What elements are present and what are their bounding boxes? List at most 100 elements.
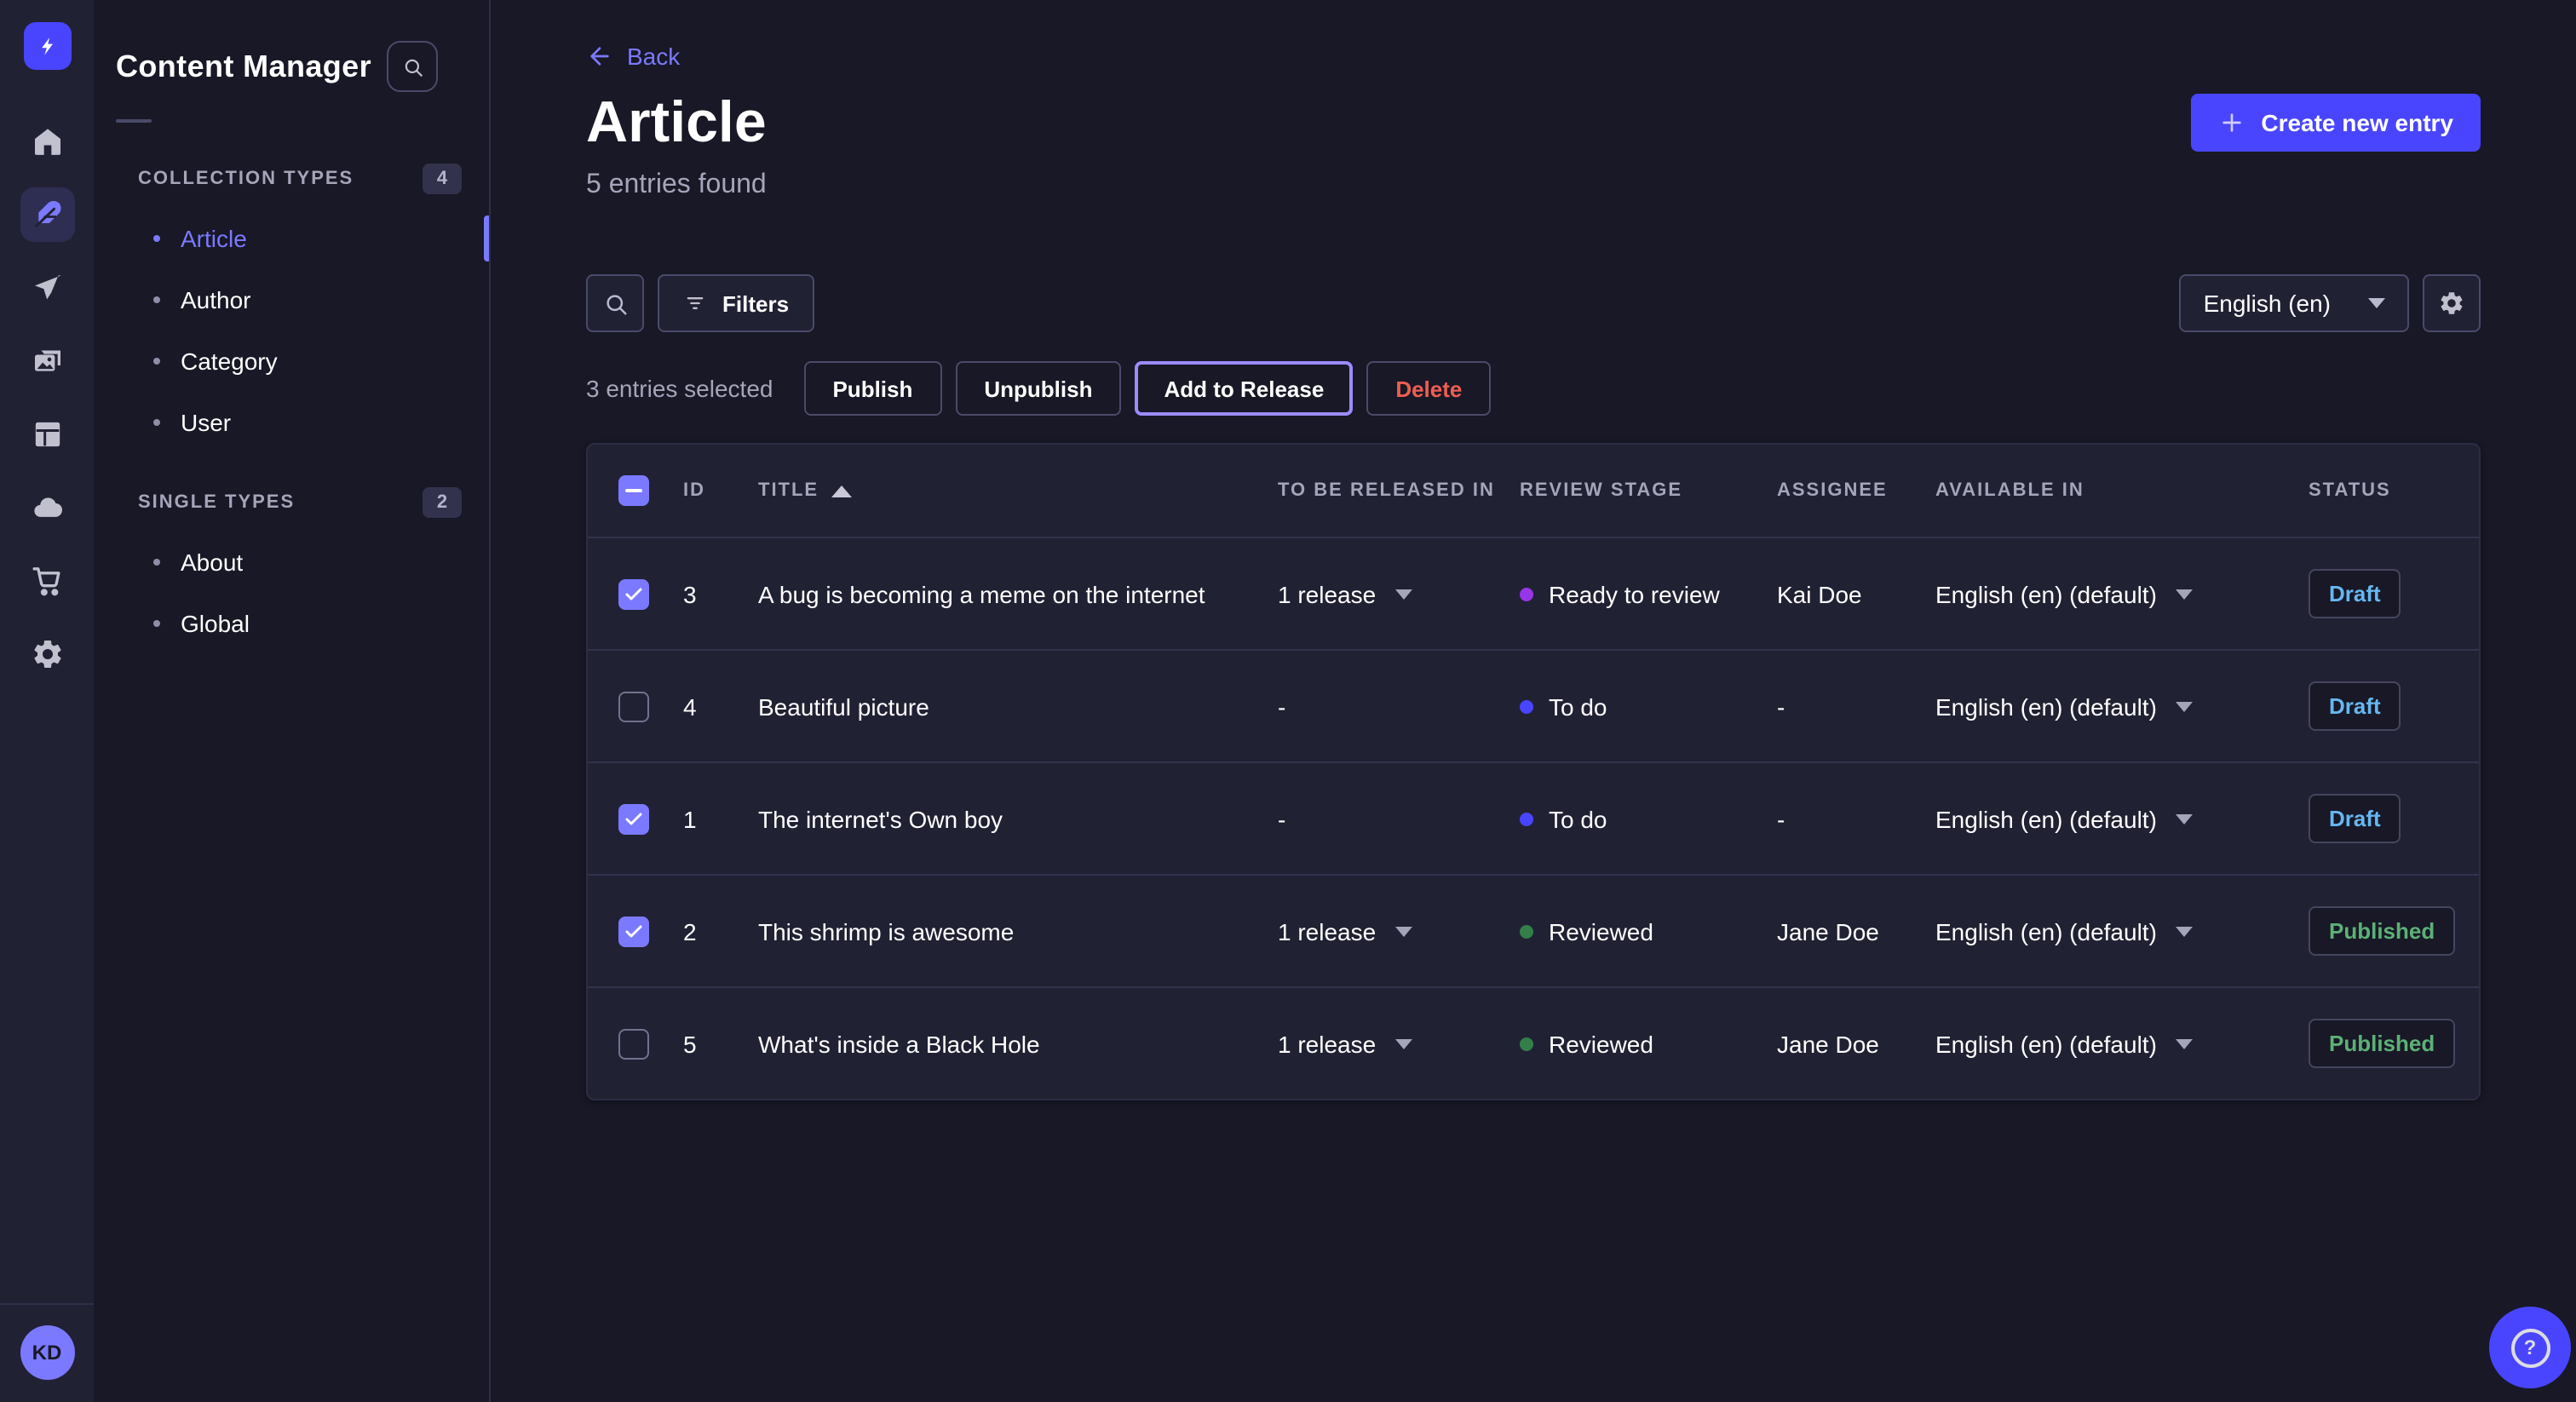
sidebar-item-author[interactable]: Author <box>94 269 489 330</box>
sidebar-item-about[interactable]: About <box>94 531 489 593</box>
action-button-publish[interactable]: Publish <box>803 361 941 416</box>
nav-rail: KD <box>0 0 95 1402</box>
section-label: COLLECTION TYPES <box>138 169 354 189</box>
sidebar-item-user[interactable]: User <box>94 392 489 453</box>
column-header-id[interactable]: ID <box>683 480 758 501</box>
strapi-logo[interactable] <box>23 22 71 70</box>
cell-title: A bug is becoming a meme on the internet <box>758 580 1278 607</box>
cell-status: Published <box>2309 1019 2479 1068</box>
subnav-sections: COLLECTION TYPES 4 Article Author Catego… <box>94 153 489 654</box>
bullet-icon <box>153 620 160 627</box>
check-icon <box>624 921 644 941</box>
home-icon[interactable] <box>20 114 74 169</box>
sidebar-item-category[interactable]: Category <box>94 330 489 392</box>
chevron-down-icon <box>1394 926 1412 936</box>
media-library-icon[interactable] <box>20 334 74 388</box>
content-type-builder-icon[interactable] <box>20 407 74 462</box>
cell-title: Beautiful picture <box>758 692 1278 720</box>
cell-status: Published <box>2309 906 2479 956</box>
cloud-icon[interactable] <box>20 480 74 535</box>
cell-available-in[interactable]: English (en) (default) <box>1935 805 2309 832</box>
sidebar-item-global[interactable]: Global <box>94 593 489 654</box>
create-new-entry-button[interactable]: Create new entry <box>2191 94 2481 152</box>
cell-to-be-released-in[interactable]: - <box>1278 692 1520 720</box>
cell-title: This shrimp is awesome <box>758 917 1278 945</box>
sidebar-item-article[interactable]: Article <box>94 208 489 269</box>
rail-footer: KD <box>0 1303 94 1402</box>
question-mark-icon: ? <box>2510 1328 2550 1367</box>
back-label: Back <box>627 43 680 70</box>
status-badge: Published <box>2309 1019 2455 1068</box>
table-row[interactable]: 5 What's inside a Black Hole 1 release R… <box>588 988 2479 1099</box>
cell-review-stage: Reviewed <box>1520 917 1777 945</box>
column-header-assignee[interactable]: ASSIGNEE <box>1777 480 1935 501</box>
marketplace-icon[interactable] <box>20 554 74 608</box>
cell-available-in[interactable]: English (en) (default) <box>1935 580 2309 607</box>
cell-to-be-released-in[interactable]: 1 release <box>1278 917 1520 945</box>
cell-available-in[interactable]: English (en) (default) <box>1935 1030 2309 1057</box>
chevron-down-icon <box>1394 589 1412 599</box>
gear-icon <box>2438 290 2465 317</box>
cell-review-stage: To do <box>1520 805 1777 832</box>
page-title: Article <box>586 94 767 152</box>
table-row[interactable]: 4 Beautiful picture - To do - English (e… <box>588 651 2479 763</box>
column-header-title[interactable]: TITLE <box>758 480 1278 501</box>
check-icon <box>624 583 644 604</box>
row-checkbox[interactable] <box>618 916 649 946</box>
row-checkbox[interactable] <box>618 691 649 721</box>
cell-assignee: Kai Doe <box>1777 580 1935 607</box>
stage-dot <box>1520 699 1533 713</box>
back-link[interactable]: Back <box>586 43 680 70</box>
action-button-delete[interactable]: Delete <box>1366 361 1491 416</box>
cell-to-be-released-in[interactable]: 1 release <box>1278 580 1520 607</box>
action-button-unpublish[interactable]: Unpublish <box>955 361 1121 416</box>
row-checkbox[interactable] <box>618 803 649 834</box>
cell-review-stage: Reviewed <box>1520 1030 1777 1057</box>
subnav-section: SINGLE TYPES 2 About Global <box>94 477 489 654</box>
table-row[interactable]: 2 This shrimp is awesome 1 release Revie… <box>588 876 2479 988</box>
status-badge: Draft <box>2309 681 2401 731</box>
selection-count: 3 entries selected <box>586 375 773 402</box>
column-header-review-stage[interactable]: REVIEW STAGE <box>1520 480 1777 501</box>
table-row[interactable]: 3 A bug is becoming a meme on the intern… <box>588 538 2479 651</box>
user-avatar[interactable]: KD <box>20 1325 74 1380</box>
cell-available-in[interactable]: English (en) (default) <box>1935 917 2309 945</box>
locale-value: English (en) <box>2204 290 2331 317</box>
chevron-down-icon <box>2176 589 2193 599</box>
status-badge: Published <box>2309 906 2455 956</box>
check-icon <box>624 808 644 829</box>
content-manager-icon[interactable] <box>20 187 74 242</box>
stage-dot <box>1520 587 1533 600</box>
cell-title: The internet's Own boy <box>758 805 1278 832</box>
section-count-badge: 2 <box>423 487 462 518</box>
cell-to-be-released-in[interactable]: - <box>1278 805 1520 832</box>
row-checkbox[interactable] <box>618 578 649 609</box>
releases-icon[interactable] <box>20 261 74 315</box>
column-header-released-in[interactable]: TO BE RELEASED IN <box>1278 480 1520 501</box>
cell-to-be-released-in[interactable]: 1 release <box>1278 1030 1520 1057</box>
table-row[interactable]: 1 The internet's Own boy - To do - Engli… <box>588 763 2479 876</box>
select-all-checkbox[interactable] <box>618 475 649 506</box>
help-button[interactable]: ? <box>2489 1307 2571 1388</box>
section-count-badge: 4 <box>423 164 462 194</box>
bullet-icon <box>153 559 160 566</box>
view-settings-button[interactable] <box>2423 274 2481 332</box>
cell-available-in[interactable]: English (en) (default) <box>1935 692 2309 720</box>
column-header-available-in[interactable]: AVAILABLE IN <box>1935 480 2309 501</box>
content-manager-subnav: Content Manager COLLECTION TYPES 4 Artic… <box>94 0 491 1402</box>
cell-id: 4 <box>683 692 758 720</box>
bullet-icon <box>153 235 160 242</box>
action-button-add-to-release[interactable]: Add to Release <box>1135 361 1353 416</box>
locale-select[interactable]: English (en) <box>2180 274 2409 332</box>
filters-button[interactable]: Filters <box>658 274 814 332</box>
active-indicator <box>484 215 489 261</box>
subnav-search-button[interactable] <box>387 41 438 92</box>
row-checkbox[interactable] <box>618 1028 649 1059</box>
settings-icon[interactable] <box>20 627 74 681</box>
cell-assignee: - <box>1777 692 1935 720</box>
subnav-title: Content Manager <box>116 49 371 84</box>
cell-status: Draft <box>2309 681 2479 731</box>
cell-review-stage: Ready to review <box>1520 580 1777 607</box>
search-button[interactable] <box>586 274 644 332</box>
column-header-status[interactable]: STATUS <box>2309 480 2479 501</box>
